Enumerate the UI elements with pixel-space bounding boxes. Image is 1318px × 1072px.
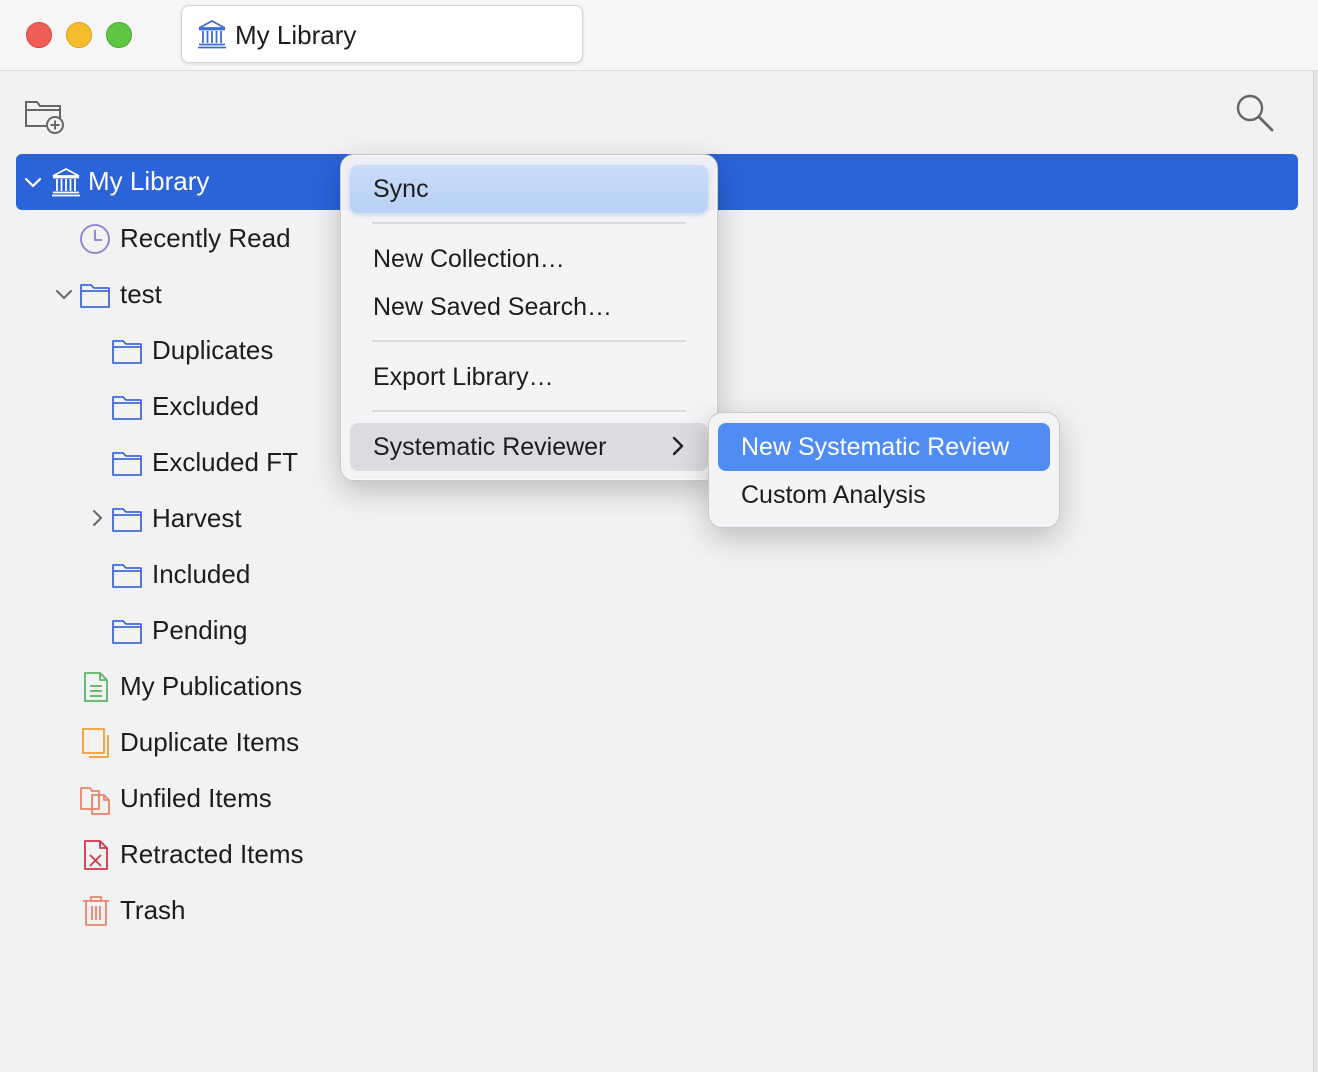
retracted-icon xyxy=(84,840,108,870)
tree-label: Retracted Items xyxy=(120,839,304,869)
menu-item-label: New Collection… xyxy=(373,245,565,273)
tree-label: test xyxy=(120,279,162,309)
folder-icon xyxy=(112,564,142,588)
pane-divider[interactable] xyxy=(1313,70,1318,1072)
tree-label: Included xyxy=(152,559,251,589)
menu-item-label: Systematic Reviewer xyxy=(373,433,607,461)
menu-item-new-saved-search[interactable]: New Saved Search… xyxy=(350,283,708,331)
duplicate-icon xyxy=(82,728,109,758)
folder-icon xyxy=(112,396,142,420)
menu-item-label: New Saved Search… xyxy=(373,293,613,321)
tree-row-pending[interactable]: Pending xyxy=(100,604,340,658)
document-icon xyxy=(84,672,108,702)
folder-icon xyxy=(112,620,142,644)
tree-label: Excluded FT xyxy=(152,447,298,477)
menu-separator xyxy=(372,222,686,224)
tree-label: Duplicate Items xyxy=(120,727,300,757)
tree-row-included[interactable]: Included xyxy=(100,548,340,602)
magnifier-icon[interactable] xyxy=(1232,90,1278,136)
tree-label: My Publications xyxy=(120,671,303,701)
zoom-window-button[interactable] xyxy=(106,22,132,48)
menu-item-label: Sync xyxy=(373,175,429,203)
tree-row-my-publications[interactable]: My Publications xyxy=(70,660,340,714)
chevron-right-icon[interactable] xyxy=(86,507,108,529)
menu-item-export-library[interactable]: Export Library… xyxy=(350,353,708,401)
tree-row-trash[interactable]: Trash xyxy=(70,884,340,938)
tree-label: Trash xyxy=(120,895,186,925)
tree-label: Unfiled Items xyxy=(120,783,272,813)
tree-label: Excluded xyxy=(152,391,259,421)
folder-plus-icon[interactable] xyxy=(22,92,66,136)
tree-row-test[interactable]: test xyxy=(50,268,340,322)
chevron-down-icon[interactable] xyxy=(53,283,75,305)
tree-label: Pending xyxy=(152,615,248,645)
library-icon xyxy=(198,19,226,49)
tree-label: Duplicates xyxy=(152,335,274,365)
systematic-reviewer-submenu: New Systematic Review Custom Analysis xyxy=(708,412,1060,528)
menu-item-sync[interactable]: Sync xyxy=(350,165,708,213)
title-bar: My Library xyxy=(0,0,1318,71)
tree-label: Harvest xyxy=(152,503,242,533)
folder-icon xyxy=(80,284,110,308)
menu-separator xyxy=(372,340,686,342)
tree-row-duplicates[interactable]: Duplicates xyxy=(100,324,340,378)
chevron-down-icon[interactable] xyxy=(22,171,44,193)
menu-item-new-systematic-review[interactable]: New Systematic Review xyxy=(718,423,1050,471)
menu-item-label: Custom Analysis xyxy=(741,481,926,509)
context-menu: Sync New Collection… New Saved Search… E… xyxy=(340,154,718,481)
tree-row-harvest[interactable]: Harvest xyxy=(84,492,340,546)
close-window-button[interactable] xyxy=(26,22,52,48)
folder-icon xyxy=(112,508,142,532)
tree-row-retracted-items[interactable]: Retracted Items xyxy=(70,828,340,882)
tab-title: My Library xyxy=(235,20,357,50)
tree-row-recently-read[interactable]: Recently Read xyxy=(70,212,340,266)
tree-row-duplicate-items[interactable]: Duplicate Items xyxy=(70,716,340,770)
menu-item-systematic-reviewer[interactable]: Systematic Reviewer xyxy=(350,423,708,471)
menu-item-custom-analysis[interactable]: Custom Analysis xyxy=(718,471,1050,519)
trash-icon xyxy=(83,896,109,926)
folder-icon xyxy=(112,340,142,364)
library-icon xyxy=(52,167,80,197)
minimize-window-button[interactable] xyxy=(66,22,92,48)
folder-icon xyxy=(112,452,142,476)
tree-row-excluded[interactable]: Excluded xyxy=(100,380,340,434)
menu-item-label: Export Library… xyxy=(373,363,554,391)
menu-item-new-collection[interactable]: New Collection… xyxy=(350,235,708,283)
tree-label: My Library xyxy=(88,166,210,196)
menu-separator xyxy=(372,410,686,412)
chevron-right-icon xyxy=(672,436,684,456)
clock-icon xyxy=(80,224,110,254)
menu-item-label: New Systematic Review xyxy=(741,433,1010,461)
tree-label: Recently Read xyxy=(120,223,291,253)
library-tab[interactable]: My Library xyxy=(181,5,583,63)
tree-row-excluded-ft[interactable]: Excluded FT xyxy=(100,436,340,490)
unfiled-icon xyxy=(80,787,110,815)
tree-row-unfiled-items[interactable]: Unfiled Items xyxy=(70,772,340,826)
